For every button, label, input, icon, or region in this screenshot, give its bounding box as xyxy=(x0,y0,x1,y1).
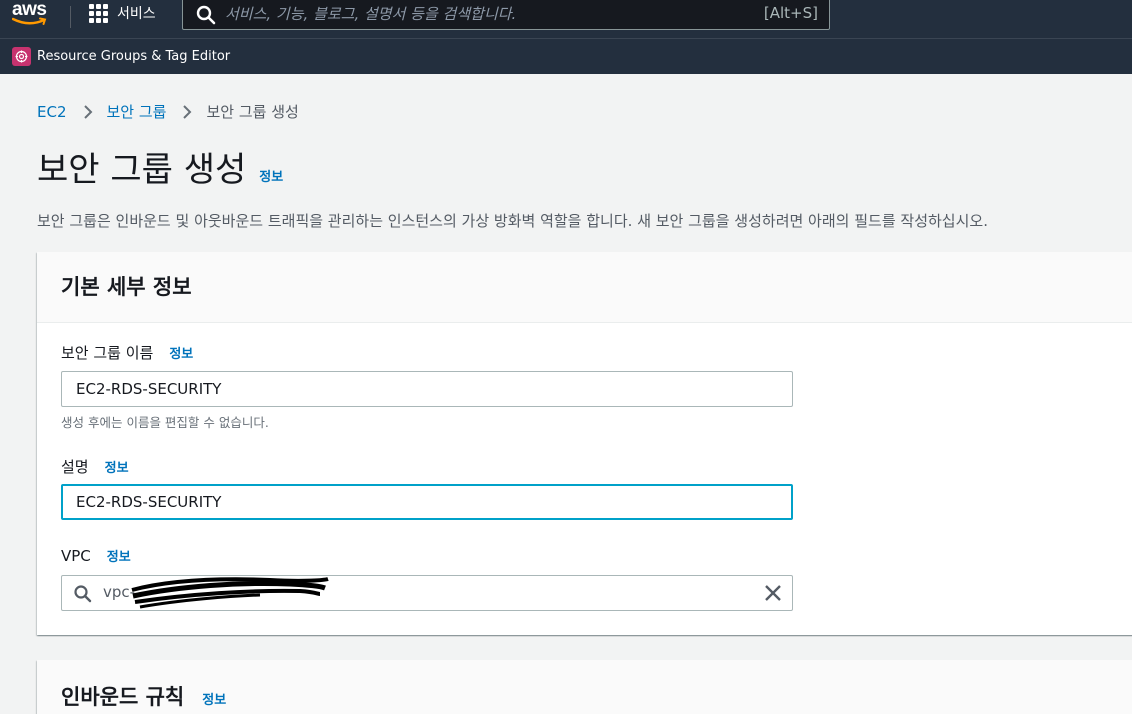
search-icon xyxy=(196,5,216,25)
sg-name-info-link[interactable]: 정보 xyxy=(169,343,193,362)
search-shortcut-hint: [Alt+S] xyxy=(763,4,818,22)
search-icon xyxy=(74,585,92,603)
breadcrumb: EC2 보안 그룹 보안 그룹 생성 xyxy=(37,101,299,122)
vpc-info-link[interactable]: 정보 xyxy=(107,546,131,565)
basic-details-panel: 기본 세부 정보 보안 그룹 이름 정보 생성 후에는 이름을 편집할 수 없습… xyxy=(37,252,1132,635)
page-description: 보안 그룹은 인바운드 및 아웃바운드 트래픽을 관리하는 인스턴스의 가상 방… xyxy=(37,212,988,230)
sg-description-input[interactable] xyxy=(61,484,793,520)
sg-name-input[interactable] xyxy=(61,371,793,407)
search-input[interactable] xyxy=(225,1,785,27)
inbound-rules-header: 인바운드 규칙 정보 xyxy=(37,660,1132,714)
resource-groups-label: Resource Groups & Tag Editor xyxy=(37,49,231,64)
aws-smile-icon xyxy=(12,17,47,25)
vpc-label-row: VPC 정보 xyxy=(61,546,131,565)
vpc-select[interactable]: vpc- xyxy=(61,575,793,611)
services-label: 서비스 xyxy=(117,6,156,22)
sg-description-label-row: 설명 정보 xyxy=(61,456,129,477)
global-search[interactable]: [Alt+S] xyxy=(182,0,830,30)
sg-name-label: 보안 그룹 이름 xyxy=(61,344,154,362)
basic-details-heading: 기본 세부 정보 xyxy=(61,275,192,299)
favorites-bar: Resource Groups & Tag Editor xyxy=(0,38,1132,74)
basic-details-header: 기본 세부 정보 xyxy=(37,252,1132,323)
inbound-rules-heading: 인바운드 규칙 xyxy=(61,685,185,709)
page-info-link[interactable]: 정보 xyxy=(259,166,283,185)
chevron-right-icon xyxy=(182,104,192,120)
sg-name-hint: 생성 후에는 이름을 편집할 수 없습니다. xyxy=(61,415,269,430)
top-navigation: aws 서비스 [Alt+S] xyxy=(0,0,1132,38)
redaction-scribble xyxy=(131,577,329,609)
clear-icon[interactable] xyxy=(764,584,782,602)
page-header: 보안 그룹 생성 정보 xyxy=(37,150,283,190)
resource-groups-icon xyxy=(12,47,31,66)
breadcrumb-ec2[interactable]: EC2 xyxy=(37,103,67,121)
grid-icon xyxy=(89,3,108,23)
services-menu-button[interactable]: 서비스 xyxy=(89,2,156,24)
resource-groups-link[interactable]: Resource Groups & Tag Editor xyxy=(12,47,230,66)
sg-name-label-row: 보안 그룹 이름 정보 xyxy=(61,342,193,363)
aws-logo[interactable]: aws xyxy=(10,0,50,30)
breadcrumb-current: 보안 그룹 생성 xyxy=(206,103,299,121)
inbound-rules-info-link[interactable]: 정보 xyxy=(202,689,226,708)
chevron-right-icon xyxy=(83,104,93,120)
page-title: 보안 그룹 생성 xyxy=(37,150,247,190)
vpc-label: VPC xyxy=(61,547,91,565)
sg-description-label: 설명 xyxy=(61,458,89,476)
breadcrumb-security-groups[interactable]: 보안 그룹 xyxy=(107,101,167,122)
inbound-rules-panel: 인바운드 규칙 정보 xyxy=(37,660,1132,714)
nav-divider xyxy=(70,6,71,28)
sg-description-info-link[interactable]: 정보 xyxy=(105,457,129,476)
